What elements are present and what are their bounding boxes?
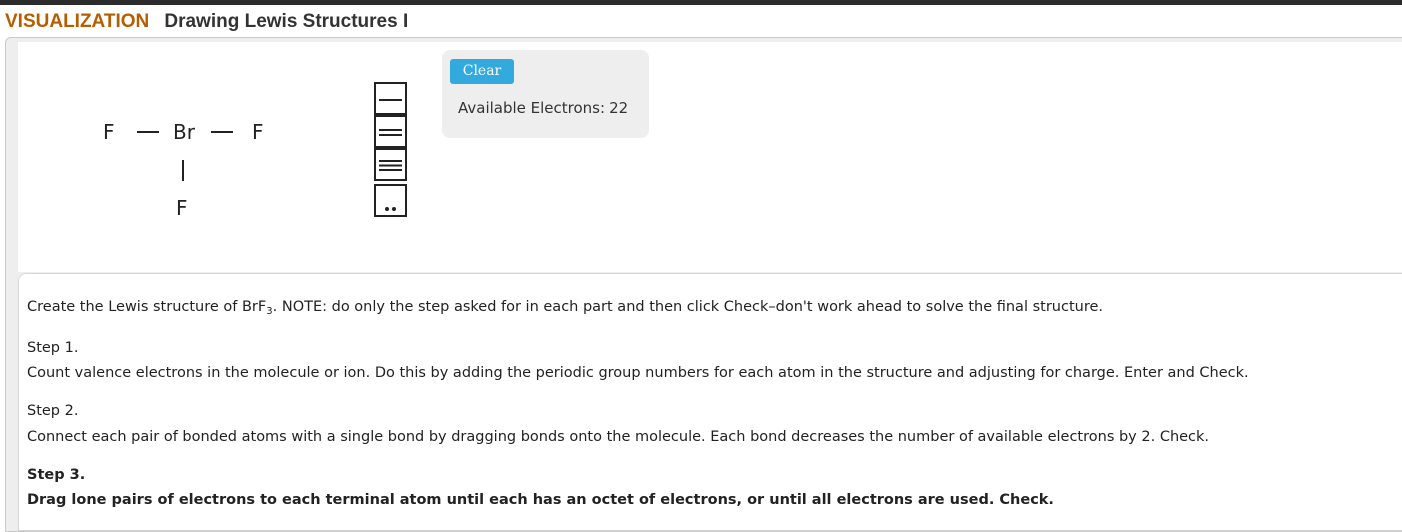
instructions-intro: Create the Lewis structure of BrF3. NOTE… <box>27 299 1103 317</box>
available-electrons-value: 22 <box>609 99 629 117</box>
bond-left[interactable] <box>137 131 159 133</box>
page-title: Drawing Lewis Structures I <box>164 11 409 32</box>
step-3-text: Drag lone pairs of electrons to each ter… <box>27 492 1054 508</box>
intro-text-before: Create the Lewis structure of BrF <box>27 299 267 315</box>
single-bond-icon <box>379 99 402 101</box>
atom-f-left[interactable]: F <box>103 122 115 142</box>
atom-f-right[interactable]: F <box>252 122 264 142</box>
atom-f-bottom[interactable]: F <box>176 198 188 218</box>
step-2-text: Connect each pair of bonded atoms with a… <box>27 429 1210 445</box>
bond-bottom[interactable] <box>182 160 184 181</box>
lone-pair-tool[interactable] <box>374 184 407 217</box>
drawing-canvas[interactable] <box>18 42 1402 272</box>
step-3-heading: Step 3. <box>27 467 86 483</box>
triple-bond-tool[interactable] <box>374 148 407 181</box>
step-2-heading: Step 2. <box>27 403 79 419</box>
atom-br-center[interactable]: Br <box>173 122 195 142</box>
intro-text-after: . NOTE: do only the step asked for in ea… <box>272 299 1103 315</box>
window-top-bar <box>0 0 1402 5</box>
step-1-heading: Step 1. <box>27 340 79 356</box>
double-bond-tool[interactable] <box>374 115 407 148</box>
lone-pair-icon <box>385 207 396 211</box>
step-1-text: Count valence electrons in the molecule … <box>27 365 1249 381</box>
available-electrons: Available Electrons: 22 <box>458 99 628 117</box>
clear-button[interactable]: Clear <box>450 59 514 84</box>
page-header: VISUALIZATION Drawing Lewis Structures I <box>5 11 408 35</box>
section-kicker: VISUALIZATION <box>5 11 150 32</box>
triple-bond-icon <box>379 160 402 171</box>
single-bond-tool[interactable] <box>374 82 407 115</box>
available-electrons-label: Available Electrons: <box>458 99 606 117</box>
bond-right[interactable] <box>211 131 233 133</box>
double-bond-icon <box>379 129 402 136</box>
